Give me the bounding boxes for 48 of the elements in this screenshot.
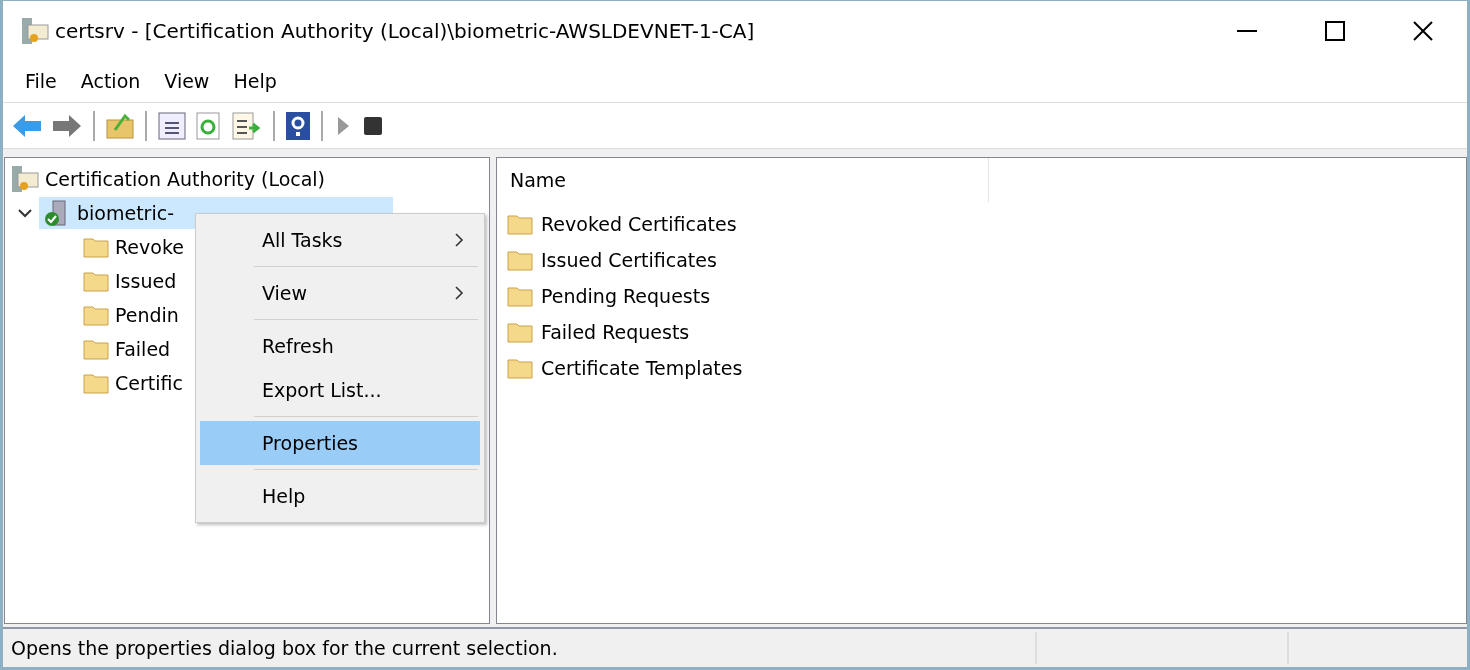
menu-item[interactable]: Action bbox=[68, 67, 153, 96]
menu-item[interactable]: View bbox=[152, 67, 222, 96]
help-icon[interactable] bbox=[285, 110, 311, 141]
folder-icon bbox=[507, 249, 533, 271]
certificate-server-icon bbox=[11, 164, 39, 194]
back-arrow-icon[interactable] bbox=[11, 112, 43, 139]
window-title: certsrv - [Certification Authority (Local)\biometric-AWSLDEVNET-1-CA] bbox=[55, 18, 755, 45]
status-text: Opens the properties dialog box for the current selection. bbox=[10, 635, 559, 661]
export-list-icon[interactable] bbox=[231, 110, 263, 141]
list-item[interactable]: Certificate Templates bbox=[541, 353, 743, 383]
folder-icon bbox=[83, 372, 109, 394]
menu-item[interactable]: File bbox=[13, 67, 69, 96]
tree-item[interactable]: Certific bbox=[115, 368, 183, 398]
list-item[interactable]: Failed Requests bbox=[541, 317, 690, 347]
tree-item[interactable]: Issued bbox=[115, 266, 177, 296]
folder-icon bbox=[507, 285, 533, 307]
minimize-icon bbox=[1237, 30, 1257, 32]
tree-item[interactable]: Pendin bbox=[115, 300, 179, 330]
menu-item[interactable]: Help bbox=[221, 67, 289, 96]
list-item[interactable]: Revoked Certificates bbox=[541, 209, 737, 239]
refresh-icon[interactable] bbox=[195, 110, 223, 141]
folder-icon bbox=[83, 304, 109, 326]
forward-arrow-icon[interactable] bbox=[51, 112, 83, 139]
tree-item-label: biometric- bbox=[77, 200, 174, 226]
tree-item[interactable]: Failed bbox=[115, 334, 171, 364]
menu-item[interactable]: Export List... bbox=[200, 368, 480, 412]
folder-up-icon[interactable] bbox=[105, 111, 135, 140]
menu-item[interactable]: Properties bbox=[200, 421, 480, 465]
server-check-icon bbox=[43, 199, 69, 227]
folder-icon bbox=[507, 213, 533, 235]
folder-icon bbox=[83, 338, 109, 360]
list-window-icon[interactable] bbox=[157, 110, 187, 141]
column-header[interactable]: Name bbox=[497, 158, 989, 202]
close-icon bbox=[1413, 21, 1433, 41]
tree-item[interactable]: Certification Authority (Local) bbox=[45, 164, 326, 194]
maximize-icon bbox=[1325, 21, 1345, 41]
menu-item[interactable]: Help bbox=[200, 474, 480, 518]
certificate-server-icon bbox=[21, 16, 49, 46]
menu-item[interactable]: All Tasks bbox=[200, 218, 480, 262]
folder-icon bbox=[83, 236, 109, 258]
folder-icon bbox=[83, 270, 109, 292]
list-item[interactable]: Issued Certificates bbox=[541, 245, 717, 275]
folder-icon bbox=[507, 357, 533, 379]
menu-item[interactable]: Refresh bbox=[200, 324, 480, 368]
list-item[interactable]: Pending Requests bbox=[541, 281, 711, 311]
menu-item[interactable]: View bbox=[200, 271, 480, 315]
tree-item[interactable]: Revoke bbox=[115, 232, 184, 262]
folder-icon bbox=[507, 321, 533, 343]
